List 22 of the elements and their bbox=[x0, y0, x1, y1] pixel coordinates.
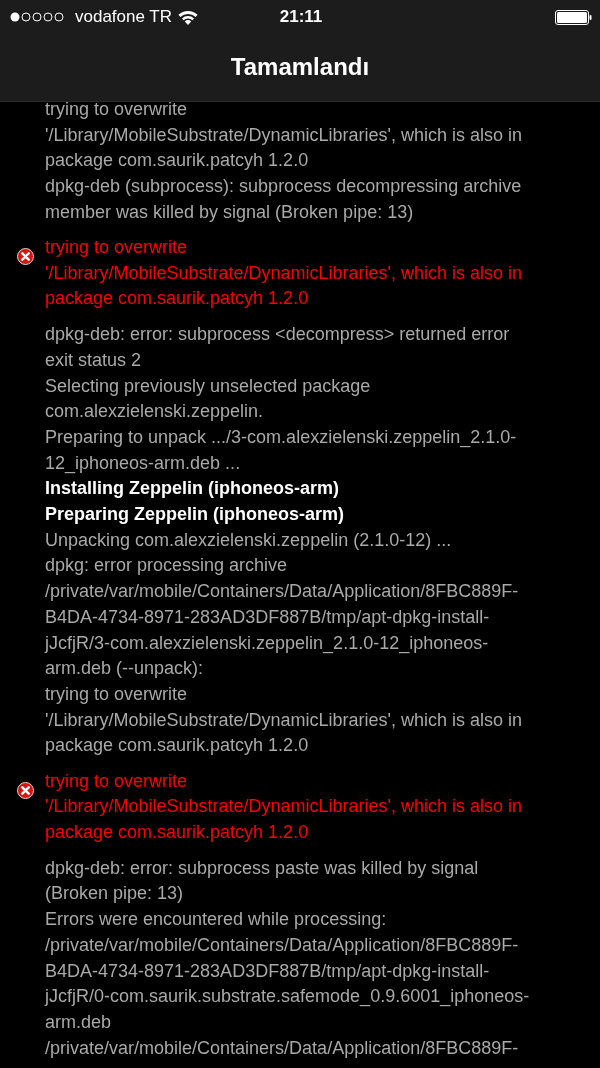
status-time: 21:11 bbox=[279, 7, 323, 27]
error-message: trying to overwrite '/Library/MobileSubstrate/DynamicLibraries', which is also in package com.saurik.patcyh 1.2.0 bbox=[45, 769, 524, 844]
log-message: Preparing to unpack .../3-com.alexzielenski.zeppelin_2.1.0- 12_iphoneos-arm.deb ... bbox=[45, 425, 518, 476]
log-message: Preparing Zeppelin (iphoneos-arm) bbox=[45, 503, 346, 527]
log-message: dpkg-deb: error: subprocess paste was killed by signal (Broken pipe: 13) bbox=[45, 856, 480, 906]
log-message: /private/var/mobile/Containers/Data/Application/8FBC889F- bbox=[45, 1036, 520, 1060]
log-message: /private/var/mobile/Containers/Data/Application/8FBC889F- B4DA-4734-8971-283AD3DF887B/tmp/apt-dpkg-install- jJcfjR/0-com.saurik.substrate.safemode_0.9.6001_iphoneos- arm.deb bbox=[45, 933, 531, 1034]
log-message: dpkg: error processing archive /private/var/mobile/Containers/Data/Application/8FBC889F- B4DA-4734-8971-283AD3DF887B/tmp/apt-dpkg-install- jJcfjR/3-com.alexzielenski.zeppelin_2.1.0-12_iphoneos- arm.deb (--unpack): bbox=[45, 554, 520, 681]
error-message: trying to overwrite '/Library/MobileSubstrate/DynamicLibraries', which is also in package com.saurik.patcyh 1.2.0 bbox=[45, 236, 524, 311]
nav-title: Tamamlandı bbox=[230, 53, 370, 81]
log-message: Unpacking com.alexzielenski.zeppelin (2.1.0-12) ... bbox=[45, 528, 453, 552]
log-message: Installing Zeppelin (iphoneos-arm) bbox=[45, 477, 340, 501]
log-message: Errors were encountered while processing: bbox=[45, 908, 388, 932]
log-message: dpkg-deb: error: subprocess <decompress> returned error exit status 2 bbox=[45, 323, 511, 372]
log-message: Selecting previously unselected package com.alexzielenski.zeppelin. bbox=[45, 374, 372, 424]
carrier-name: vodafone TR bbox=[75, 7, 173, 27]
log-message: trying to overwrite '/Library/MobileSubstrate/DynamicLibraries', which is also in package com.saurik.patcyh 1.2.0 bbox=[45, 682, 524, 758]
error-icon bbox=[17, 781, 34, 799]
wifi-icon bbox=[178, 9, 199, 25]
battery-icon bbox=[555, 9, 592, 25]
error-icon bbox=[17, 248, 34, 265]
log-message: dpkg-deb (subprocess): subprocess decompressing archive member was killed by signal (Broken pipe: 13) bbox=[45, 175, 523, 224]
